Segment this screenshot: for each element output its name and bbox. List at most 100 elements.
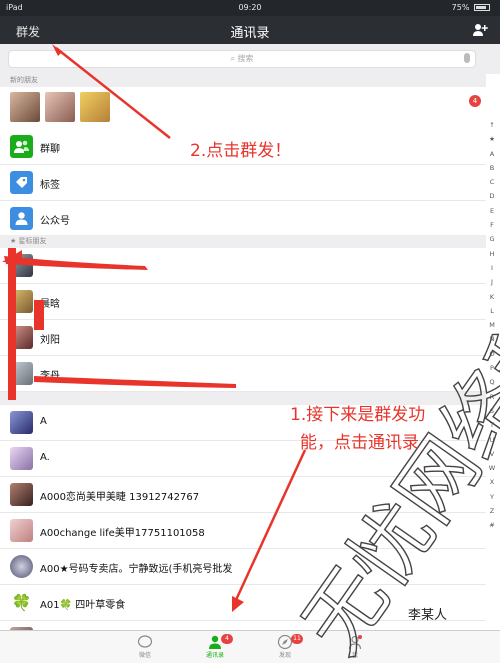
index-letter[interactable]: #: [487, 518, 497, 532]
contact-avatar: [10, 519, 33, 542]
new-friend-avatar: [10, 92, 40, 122]
official-accounts-label: 公众号: [40, 216, 70, 227]
section-header-a: A: [0, 392, 486, 405]
contact-name: A00change life美甲17751101058: [40, 528, 205, 539]
tab-discover[interactable]: 发现 11: [255, 634, 315, 659]
contact-avatar: [10, 254, 33, 277]
tags-label: 标签: [40, 180, 60, 191]
index-letter[interactable]: M: [487, 318, 497, 332]
contact-avatar: [10, 555, 33, 578]
index-letter[interactable]: L: [487, 304, 497, 318]
search-icon: ⌕: [230, 54, 238, 63]
search-input[interactable]: ⌕ 搜索: [8, 50, 476, 68]
navigation-bar: 群发 通讯录: [0, 16, 500, 44]
microphone-icon[interactable]: [464, 53, 470, 63]
alphabet-index[interactable]: ↑ ★ A B C D E F G H I J K L M N O P Q R S T U V W X Y Z #: [487, 118, 497, 533]
contact-avatar: [10, 290, 33, 313]
index-letter[interactable]: U: [487, 433, 497, 447]
index-letter[interactable]: K: [487, 290, 497, 304]
new-friends-badge: 4: [469, 95, 481, 107]
contacts-screen: iPad 09:20 75% 群发 通讯录 ⌕ 搜索 新的朋友 4 群聊 标签 …: [0, 0, 500, 663]
tab-badge: 4: [221, 634, 233, 644]
index-letter[interactable]: Q: [487, 375, 497, 389]
tab-bar: 微信 通讯录 4 发现 11 我: [0, 630, 500, 663]
tab-badge: 11: [291, 634, 303, 644]
starred-contact-row[interactable]: [0, 248, 486, 284]
index-letter[interactable]: I: [487, 261, 497, 275]
group-chat-row[interactable]: 群聊: [0, 129, 486, 165]
index-letter[interactable]: E: [487, 204, 497, 218]
search-placeholder: 搜索: [237, 54, 254, 63]
section-header-new-friends: 新的朋友: [0, 74, 486, 87]
index-letter[interactable]: A: [487, 147, 497, 161]
tab-chats[interactable]: 微信: [115, 634, 175, 659]
contact-name: A00★号码专卖店。宁静致远(手机亮号批发: [40, 564, 233, 575]
index-letter[interactable]: Z: [487, 504, 497, 518]
index-letter[interactable]: X: [487, 475, 497, 489]
official-account-icon: [10, 207, 33, 230]
official-accounts-row[interactable]: 公众号: [0, 201, 486, 237]
battery-indicator: 75%: [452, 3, 490, 12]
index-letter[interactable]: V: [487, 447, 497, 461]
contact-avatar: [10, 362, 33, 385]
contact-row[interactable]: A00★号码专卖店。宁静致远(手机亮号批发: [0, 549, 486, 585]
contact-name: A01🍀 四叶草零食: [40, 600, 126, 611]
group-chat-label: 群聊: [40, 144, 60, 155]
battery-icon: [474, 4, 490, 11]
new-friend-avatar: [45, 92, 75, 122]
tab-label: 发现: [278, 652, 291, 659]
contact-row[interactable]: A: [0, 405, 486, 441]
add-friend-icon[interactable]: [472, 22, 488, 38]
status-bar: iPad 09:20 75%: [0, 0, 500, 16]
contact-avatar: [10, 411, 33, 434]
index-letter[interactable]: Y: [487, 490, 497, 504]
starred-contact-row[interactable]: 晨晗: [0, 284, 486, 320]
contact-row[interactable]: A000恋尚美甲美睫 13912742767: [0, 477, 486, 513]
index-letter[interactable]: P: [487, 361, 497, 375]
tags-row[interactable]: 标签: [0, 165, 486, 201]
index-letter[interactable]: H: [487, 247, 497, 261]
contact-name: 刘阳: [40, 335, 60, 346]
tab-contacts[interactable]: 通讯录 4: [185, 634, 245, 659]
contact-row[interactable]: A00change life美甲17751101058: [0, 513, 486, 549]
section-header-starred: ★ 星标朋友: [0, 235, 486, 248]
index-letter[interactable]: F: [487, 218, 497, 232]
index-letter[interactable]: D: [487, 189, 497, 203]
index-letter[interactable]: S: [487, 404, 497, 418]
status-time: 09:20: [238, 3, 262, 12]
index-letter[interactable]: C: [487, 175, 497, 189]
tag-icon: [10, 171, 33, 194]
page-title: 通讯录: [230, 26, 270, 41]
clover-icon: 🍀: [10, 591, 33, 614]
contact-row[interactable]: 🍀 A01🍀 四叶草零食: [0, 585, 486, 621]
index-letter[interactable]: J: [487, 275, 497, 289]
group-chat-icon: [10, 135, 33, 158]
contact-name: 李丹: [40, 371, 60, 382]
index-letter[interactable]: ↑: [487, 118, 497, 132]
index-letter[interactable]: G: [487, 232, 497, 246]
tab-label: 我: [351, 652, 358, 659]
new-friends-row[interactable]: 4: [0, 87, 486, 129]
index-letter[interactable]: N: [487, 332, 497, 346]
contact-name: A000恋尚美甲美睫 13912742767: [40, 492, 200, 503]
contact-name: 晨晗: [40, 299, 60, 310]
battery-percent: 75%: [451, 3, 470, 12]
starred-contact-row[interactable]: 刘阳: [0, 320, 486, 356]
starred-contact-row[interactable]: 李丹: [0, 356, 486, 392]
contact-row[interactable]: A.: [0, 441, 486, 477]
tab-label: 通讯录: [205, 652, 224, 659]
index-letter[interactable]: W: [487, 461, 497, 475]
contact-avatar: [10, 326, 33, 349]
index-letter[interactable]: ★: [487, 132, 497, 146]
new-friend-avatar: [80, 92, 110, 122]
index-letter[interactable]: B: [487, 161, 497, 175]
index-letter[interactable]: T: [487, 418, 497, 432]
contact-avatar: [10, 483, 33, 506]
tab-me[interactable]: 我: [325, 634, 385, 659]
index-letter[interactable]: O: [487, 347, 497, 361]
contact-avatar: [10, 447, 33, 470]
chat-bubble-icon: [137, 635, 153, 648]
index-letter[interactable]: R: [487, 390, 497, 404]
person-icon: [348, 635, 362, 650]
contact-name: A: [40, 416, 47, 427]
